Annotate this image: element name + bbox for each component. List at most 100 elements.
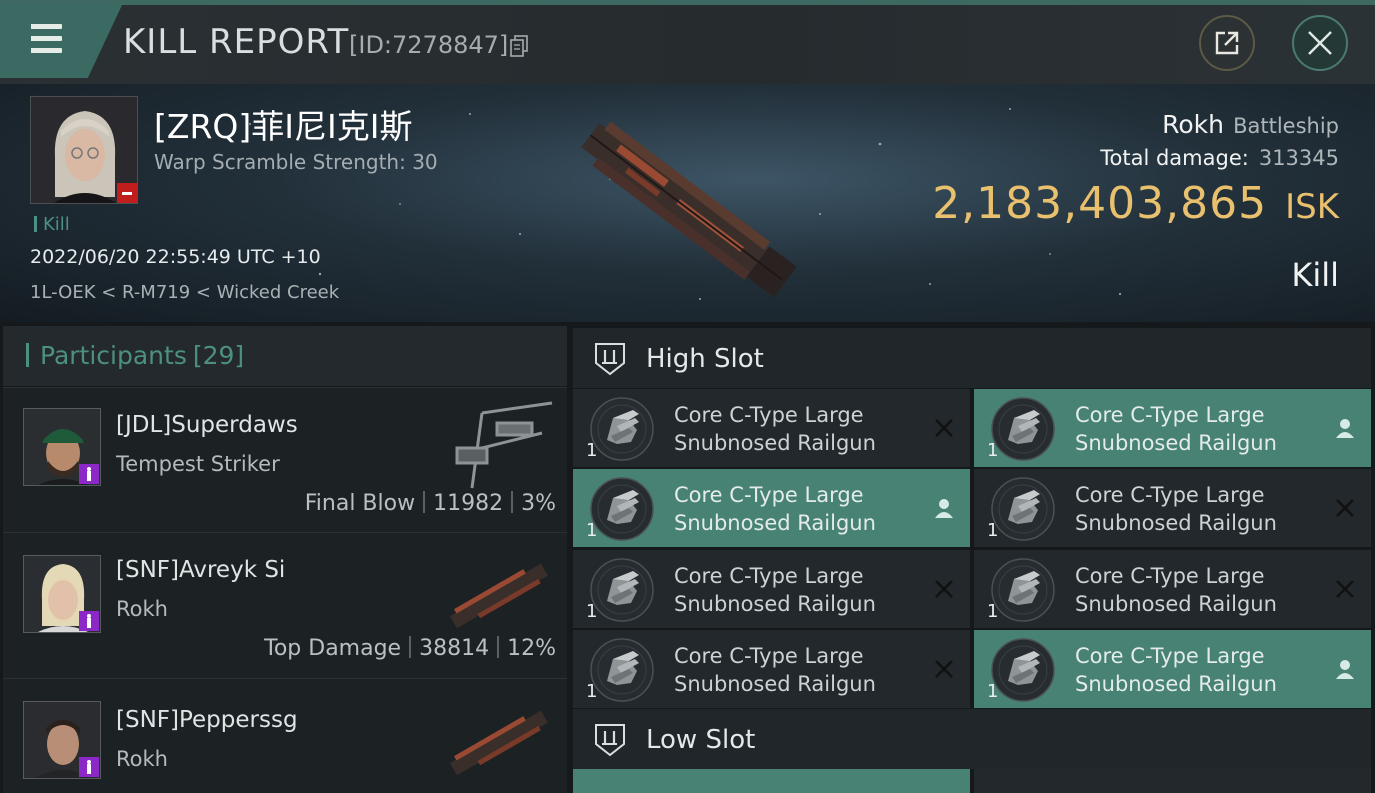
high-slot-module[interactable]: 1 Core C-Type Large Snubnosed Railgun [974,630,1371,708]
module-name: Core C-Type Large Snubnosed Railgun [674,481,914,537]
low-slot-module[interactable] [974,769,1371,793]
page-title: KILL REPORT [123,22,350,62]
high-slot-module[interactable]: 1 Core C-Type Large Snubnosed Railgun [573,630,970,708]
participant-ship: Rokh [116,597,168,621]
participant-stats: Final Blow 11982 3% [305,491,556,516]
participant-name[interactable]: [JDL]Superdaws [116,412,298,438]
victim-ship-name[interactable]: Rokh [1162,110,1224,139]
participant-damage: 11982 [433,491,504,516]
corporation-badge-icon [79,611,99,631]
low-slot-icon [595,724,625,757]
participant-row[interactable]: [SNF]Avreyk Si Rokh Top Damage 38814 12% [3,532,567,678]
module-name-line1: Core C-Type Large [1075,403,1265,427]
high-slot-icon [595,343,625,376]
dropped-person-icon [1336,660,1354,679]
avatar [23,408,101,486]
dropped-person-icon [1336,419,1354,438]
copy-icon[interactable] [510,35,528,57]
module-name-line2: Snubnosed Railgun [1075,511,1277,535]
isk-unit: ISK [1285,187,1339,227]
railgun-module-icon [991,638,1055,702]
participant-damage: 38814 [419,636,490,661]
close-button[interactable] [1292,15,1348,71]
module-name-line2: Snubnosed Railgun [674,672,876,696]
module-quantity: 1 [586,520,598,541]
participant-name[interactable]: [SNF]Pepperssg [116,707,298,733]
dropped-person-icon [935,499,953,518]
module-name-line2: Snubnosed Railgun [1075,592,1277,616]
avatar [23,555,101,633]
module-quantity: 1 [586,440,598,461]
kill-result: Kill [1291,256,1339,294]
high-slot-module[interactable]: 1 Core C-Type Large Snubnosed Railgun [974,389,1371,467]
low-slot-header: Low Slot [573,709,1371,769]
menu-button[interactable] [0,5,122,78]
isk-value-line: 2,183,403,865 ISK [932,178,1339,229]
participant-ship-image [455,401,553,489]
hostile-standing-icon [117,183,137,203]
corporation-badge-icon [79,464,99,484]
module-name-line1: Core C-Type Large [674,403,864,427]
railgun-module-icon [590,477,654,541]
module-quantity: 1 [987,601,999,622]
destroyed-x-icon [1336,580,1354,598]
participant-ship-image [449,710,548,776]
share-button[interactable] [1199,15,1255,71]
participant-ship-image [449,563,548,629]
kill-datetime: 2022/06/20 22:55:49 UTC +10 [30,246,321,268]
participant-name[interactable]: [SNF]Avreyk Si [116,557,285,583]
high-slot-module[interactable]: 1 Core C-Type Large Snubnosed Railgun [573,469,970,547]
low-slot-label: Low Slot [646,725,756,755]
kill-tag: Kill [34,214,70,235]
total-damage-value: 313345 [1258,146,1339,170]
participant-stats: Top Damage 38814 12% [264,636,556,661]
participants-header[interactable]: Participants [29] [3,326,567,386]
module-name: Core C-Type Large Snubnosed Railgun [674,562,914,618]
module-name-line1: Core C-Type Large [674,564,864,588]
kill-location[interactable]: 1L-OEK < R-M719 < Wicked Creek [30,282,339,303]
top-accent-line [0,0,1375,5]
participant-percent: 12% [507,636,556,661]
warp-scramble-strength: Warp Scramble Strength: 30 [154,150,438,174]
participant-row[interactable]: [SNF]Pepperssg Rokh [3,678,567,793]
high-slot-module[interactable]: 1 Core C-Type Large Snubnosed Railgun [974,550,1371,628]
participant-ship: Rokh [116,747,168,771]
railgun-module-icon [991,397,1055,461]
module-name: Core C-Type Large Snubnosed Railgun [1075,562,1315,618]
module-quantity: 1 [586,681,598,702]
participant-percent: 3% [521,491,556,516]
module-name: Core C-Type Large Snubnosed Railgun [1075,401,1315,457]
module-name: Core C-Type Large Snubnosed Railgun [1075,481,1315,537]
destroyed-x-icon [935,660,953,678]
module-name-line2: Snubnosed Railgun [674,431,876,455]
avatar [23,701,101,779]
report-id: [ID:7278847] [349,31,509,59]
corporation-badge-icon [79,757,99,777]
victim-ship-image [581,121,797,298]
high-slot-module[interactable]: 1 Core C-Type Large Snubnosed Railgun [974,469,1371,547]
victim-name[interactable]: [ZRQ]菲I尼I克I斯 [154,100,412,148]
railgun-module-icon [991,558,1055,622]
high-slot-module[interactable]: 1 Core C-Type Large Snubnosed Railgun [573,389,970,467]
module-name-line1: Core C-Type Large [674,644,864,668]
high-slot-header: High Slot [573,328,1371,388]
kill-summary-banner: [ZRQ]菲I尼I克I斯 Warp Scramble Strength: 30 … [0,84,1375,322]
low-slot-module[interactable] [573,769,970,793]
module-name-line1: Core C-Type Large [1075,564,1265,588]
module-quantity: 1 [987,520,999,541]
high-slot-module[interactable]: 1 Core C-Type Large Snubnosed Railgun [573,550,970,628]
module-name-line2: Snubnosed Railgun [674,592,876,616]
module-name: Core C-Type Large Snubnosed Railgun [674,642,914,698]
module-quantity: 1 [586,601,598,622]
participant-row[interactable]: [JDL]Superdaws Tempest Striker Final Blo… [3,387,567,532]
module-quantity: 1 [987,681,999,702]
participants-label: Participants [40,341,187,370]
top-bar: KILL REPORT [ID:7278847] [0,0,1375,84]
railgun-module-icon [590,397,654,461]
victim-portrait[interactable] [30,96,138,204]
participant-ship: Tempest Striker [116,452,280,476]
module-name-line1: Core C-Type Large [1075,644,1265,668]
destroyed-x-icon [1336,499,1354,517]
participant-stat-label: Top Damage [264,636,402,661]
participants-count: [29] [192,341,245,370]
